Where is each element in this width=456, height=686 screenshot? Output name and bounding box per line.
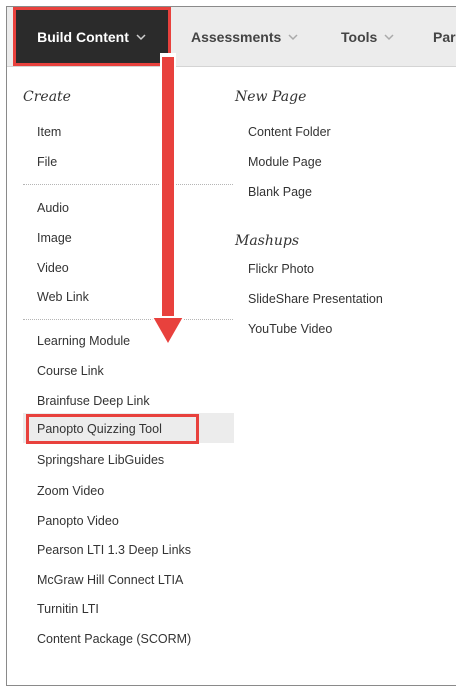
chevron-down-icon	[136, 33, 146, 40]
tab-build-content-label: Build Content	[37, 28, 129, 45]
tab-partial[interactable]: Par	[433, 7, 456, 66]
mashups-heading: Mashups	[235, 233, 300, 249]
menu-item-video[interactable]: Video	[37, 253, 69, 283]
menu-item-course-link[interactable]: Course Link	[37, 356, 104, 386]
menu-item-content-folder[interactable]: Content Folder	[248, 117, 331, 147]
menu-item-springshare-libguides[interactable]: Springshare LibGuides	[37, 445, 164, 475]
menu-item-web-link[interactable]: Web Link	[37, 282, 89, 312]
tab-partial-label: Par	[433, 28, 456, 45]
menu-item-slideshare-presentation[interactable]: SlideShare Presentation	[248, 284, 383, 314]
menu-item-zoom-video[interactable]: Zoom Video	[37, 476, 104, 506]
build-content-dropdown: Create Item File Audio Image Video Web L…	[7, 67, 456, 677]
tab-assessments-label: Assessments	[191, 28, 282, 45]
arrow-shaft	[162, 57, 174, 331]
menu-item-brainfuse-deep-link[interactable]: Brainfuse Deep Link	[37, 386, 150, 416]
tab-tools-label: Tools	[341, 28, 378, 45]
tab-tools[interactable]: Tools	[341, 7, 395, 66]
course-menu-tabbar: Build Content Assessments Tools Par	[7, 7, 456, 67]
chevron-down-icon	[288, 33, 298, 40]
tab-build-content[interactable]: Build Content	[13, 7, 171, 66]
menu-item-blank-page[interactable]: Blank Page	[248, 177, 312, 207]
tab-assessments[interactable]: Assessments	[191, 7, 299, 66]
menu-divider	[23, 319, 233, 320]
menu-item-panopto-video[interactable]: Panopto Video	[37, 506, 119, 536]
menu-item-image[interactable]: Image	[37, 223, 72, 253]
menu-divider	[23, 184, 233, 185]
menu-item-content-package-scorm[interactable]: Content Package (SCORM)	[37, 624, 191, 654]
menu-item-learning-module[interactable]: Learning Module	[37, 326, 130, 356]
menu-item-mcgraw-hill-connect[interactable]: McGraw Hill Connect LTIA	[37, 565, 183, 595]
menu-item-item[interactable]: Item	[37, 117, 61, 147]
menu-item-youtube-video[interactable]: YouTube Video	[248, 314, 332, 344]
menu-item-module-page[interactable]: Module Page	[248, 147, 322, 177]
menu-item-audio[interactable]: Audio	[37, 193, 69, 223]
menu-item-turnitin-lti[interactable]: Turnitin LTI	[37, 594, 99, 624]
highlight-box	[26, 414, 199, 444]
chevron-down-icon	[384, 33, 394, 40]
menu-item-flickr-photo[interactable]: Flickr Photo	[248, 254, 314, 284]
arrow-down-icon	[150, 316, 186, 347]
menu-item-file[interactable]: File	[37, 147, 57, 177]
create-heading: Create	[23, 89, 71, 105]
new-page-heading: New Page	[235, 89, 307, 105]
menu-item-pearson-lti-deep-links[interactable]: Pearson LTI 1.3 Deep Links	[37, 535, 191, 565]
